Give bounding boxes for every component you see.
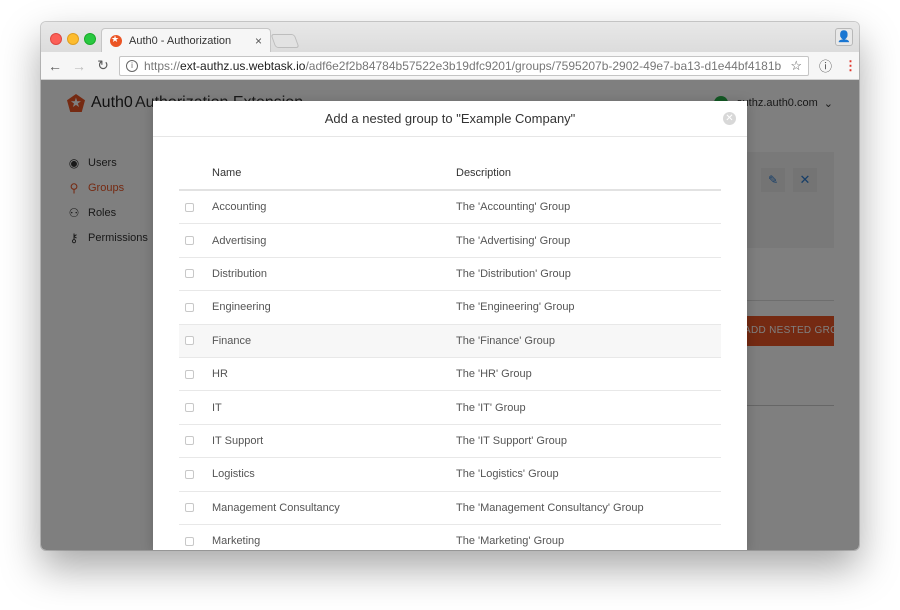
group-name: Management Consultancy bbox=[212, 501, 340, 514]
bookmark-star-icon[interactable]: ☆ bbox=[790, 58, 802, 74]
group-description: The 'Distribution' Group bbox=[456, 267, 571, 280]
close-window-button[interactable] bbox=[50, 33, 62, 45]
extension-info-icon[interactable]: ⓘ bbox=[819, 56, 832, 75]
group-description: The 'Advertising' Group bbox=[456, 234, 571, 247]
row-checkbox[interactable] bbox=[185, 503, 194, 513]
group-description: The 'Logistics' Group bbox=[456, 468, 559, 481]
row-checkbox[interactable] bbox=[185, 302, 194, 312]
group-name: HR bbox=[212, 368, 228, 381]
table-row[interactable]: IT The 'IT' Group bbox=[179, 391, 721, 425]
url-scheme: https:// bbox=[144, 58, 181, 73]
table-row[interactable]: Accounting The 'Accounting' Group bbox=[179, 191, 721, 225]
column-header-description: Description bbox=[456, 167, 512, 179]
row-checkbox[interactable] bbox=[185, 202, 194, 212]
reload-icon[interactable]: ↻ bbox=[93, 57, 113, 74]
tab-title: Auth0 - Authorization bbox=[129, 34, 232, 47]
table-row[interactable]: Engineering The 'Engineering' Group bbox=[179, 291, 721, 325]
table-row[interactable]: Advertising The 'Advertising' Group bbox=[179, 224, 721, 258]
url-path: /adf6e2f2b84784b57522e3b19dfc9201/groups… bbox=[305, 58, 782, 73]
row-checkbox[interactable] bbox=[185, 403, 194, 413]
table-row[interactable]: Marketing The 'Marketing' Group bbox=[179, 525, 721, 550]
group-name: Finance bbox=[212, 334, 252, 347]
group-name: Advertising bbox=[212, 234, 267, 247]
auth0-favicon-icon bbox=[110, 34, 122, 47]
group-description: The 'Finance' Group bbox=[456, 334, 555, 347]
group-description: The 'HR' Group bbox=[456, 368, 532, 381]
page-content: ★ Auth0 Authorization Extension authz.au… bbox=[41, 80, 859, 550]
browser-tab[interactable]: Auth0 - Authorization × bbox=[101, 28, 271, 52]
add-nested-group-dialog: Add a nested group to "Example Company" … bbox=[153, 101, 747, 550]
info-icon[interactable]: i bbox=[126, 59, 138, 72]
group-name: Marketing bbox=[212, 535, 261, 548]
group-description: The 'Management Consultancy' Group bbox=[456, 501, 644, 514]
row-checkbox[interactable] bbox=[185, 436, 194, 446]
row-checkbox[interactable] bbox=[185, 469, 194, 479]
group-name: IT Support bbox=[212, 434, 264, 447]
column-header-name: Name bbox=[212, 167, 242, 179]
row-checkbox[interactable] bbox=[185, 236, 194, 246]
modal-header: Add a nested group to "Example Company" … bbox=[153, 101, 747, 137]
forward-arrow-icon[interactable]: → bbox=[69, 58, 89, 74]
group-name: Engineering bbox=[212, 301, 271, 314]
url-host: ext-authz.us.webtask.io bbox=[180, 58, 306, 73]
group-description: The 'IT' Group bbox=[456, 401, 526, 414]
table-header: Name Description bbox=[179, 157, 721, 191]
tab-strip: Auth0 - Authorization × 👤 bbox=[41, 22, 859, 52]
row-checkbox[interactable] bbox=[185, 269, 194, 279]
maximize-window-button[interactable] bbox=[84, 33, 96, 45]
row-checkbox[interactable] bbox=[185, 336, 194, 346]
table-row[interactable]: Logistics The 'Logistics' Group bbox=[179, 458, 721, 492]
table-row[interactable]: Distribution The 'Distribution' Group bbox=[179, 258, 721, 292]
tab-close-icon[interactable]: × bbox=[255, 34, 262, 48]
group-name: IT bbox=[212, 401, 222, 414]
table-row[interactable]: Finance The 'Finance' Group bbox=[179, 324, 721, 358]
group-name: Distribution bbox=[212, 267, 268, 280]
modal-title: Add a nested group to "Example Company" bbox=[324, 111, 576, 126]
browser-window: Auth0 - Authorization × 👤 ← → ↻ i https:… bbox=[41, 22, 859, 550]
row-checkbox[interactable] bbox=[185, 536, 194, 546]
group-description: The 'IT Support' Group bbox=[456, 434, 567, 447]
back-arrow-icon[interactable]: ← bbox=[45, 58, 65, 74]
profile-icon[interactable]: 👤 bbox=[835, 28, 853, 46]
group-description: The 'Engineering' Group bbox=[456, 301, 575, 314]
group-name: Accounting bbox=[212, 201, 267, 214]
groups-table: Name Description Accounting The 'Account… bbox=[179, 157, 721, 550]
table-row[interactable]: IT Support The 'IT Support' Group bbox=[179, 425, 721, 459]
row-checkbox[interactable] bbox=[185, 369, 194, 379]
group-description: The 'Accounting' Group bbox=[456, 201, 571, 214]
address-bar[interactable]: i https:// ext-authz.us.webtask.io /adf6… bbox=[119, 55, 809, 76]
table-row[interactable]: HR The 'HR' Group bbox=[179, 358, 721, 392]
browser-menu-icon[interactable]: ⋮ bbox=[844, 58, 857, 74]
table-row[interactable]: Management Consultancy The 'Management C… bbox=[179, 492, 721, 525]
group-name: Logistics bbox=[212, 468, 255, 481]
new-tab-button[interactable] bbox=[270, 34, 300, 48]
minimize-window-button[interactable] bbox=[67, 33, 79, 45]
close-icon[interactable]: ✕ bbox=[723, 112, 736, 125]
browser-toolbar: ← → ↻ i https:// ext-authz.us.webtask.io… bbox=[41, 52, 859, 80]
group-description: The 'Marketing' Group bbox=[456, 535, 565, 548]
